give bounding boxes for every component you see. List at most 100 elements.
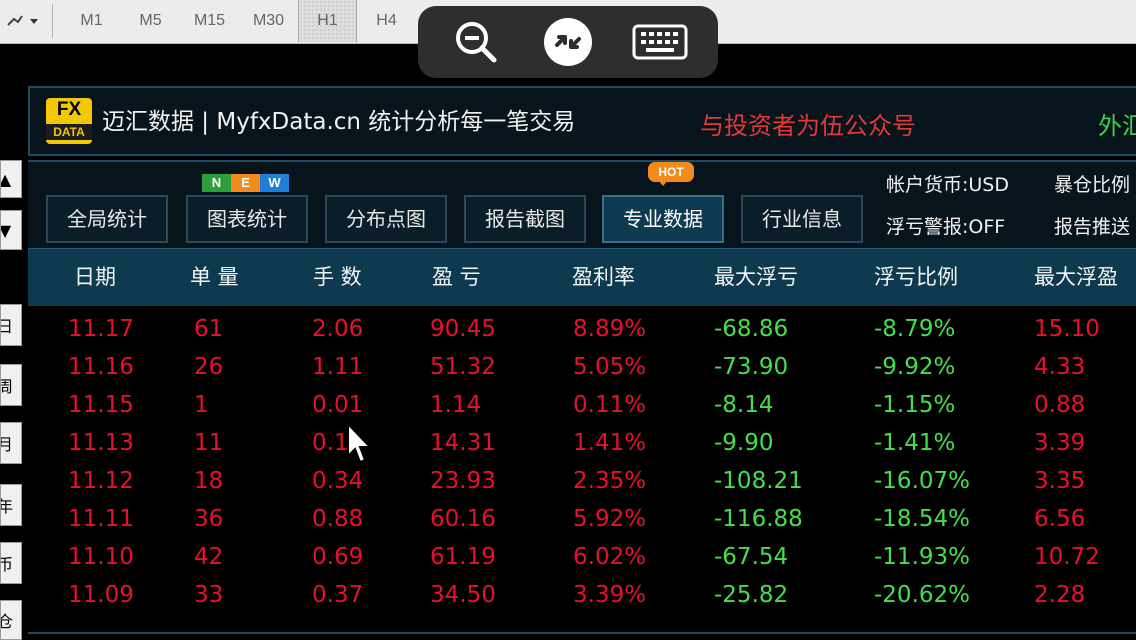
table-cell: 11.13 bbox=[68, 430, 134, 456]
table-cell: 3.39 bbox=[1034, 430, 1086, 456]
nav-bar: N E W HOT 全局统计 图表统计 分布点图 报告截图 专业数据 行业信息 … bbox=[28, 160, 1136, 248]
table-cell: -73.90 bbox=[714, 354, 789, 380]
table-cell: -25.82 bbox=[714, 582, 789, 608]
timeframe-tab-m30[interactable]: M30 bbox=[239, 0, 298, 42]
period-day-button[interactable]: 日 bbox=[0, 304, 22, 346]
column-header-0[interactable]: 日期 bbox=[74, 249, 116, 305]
column-header-3[interactable]: 盈 亏 bbox=[432, 249, 481, 305]
table-cell: 5.92% bbox=[573, 506, 647, 532]
daily-stats-table: 11.17 61 2.06 90.45 8.89% -68.86 -8.79% 15.10 11… bbox=[28, 310, 1136, 628]
table-cell: 34.50 bbox=[430, 582, 496, 608]
column-header-6[interactable]: 浮亏比例 bbox=[874, 249, 958, 305]
timeframe-tab-h4[interactable]: H4 bbox=[357, 0, 416, 42]
table-cell: 3.35 bbox=[1034, 468, 1086, 494]
nav-distribution-chart-button[interactable]: 分布点图 bbox=[325, 195, 447, 243]
table-row[interactable]: 11.17 61 2.06 90.45 8.89% -68.86 -8.79% 15.10 bbox=[28, 310, 1136, 348]
table-cell: 11.17 bbox=[68, 316, 134, 342]
table-cell: 10.72 bbox=[1034, 544, 1100, 570]
column-header-4[interactable]: 盈利率 bbox=[572, 249, 635, 305]
timeframe-tab-h1[interactable]: H1 bbox=[298, 0, 357, 42]
table-row[interactable]: 11.10 42 0.69 61.19 6.02% -67.54 -11.93% 10.72 bbox=[28, 538, 1136, 576]
exposure-ratio-label: 暴仓比例 bbox=[1054, 174, 1131, 196]
table-cell: 0.88 bbox=[1034, 392, 1086, 418]
fxdata-logo: FX DATA bbox=[46, 98, 92, 144]
brand-banner: FX DATA 迈汇数据 | MyfxData.cn 统计分析每一笔交易 与投资… bbox=[28, 86, 1136, 156]
nav-chart-stats-button[interactable]: 图表统计 bbox=[186, 195, 308, 243]
table-cell: 4.33 bbox=[1034, 354, 1086, 380]
table-row[interactable]: 11.12 18 0.34 23.93 2.35% -108.21 -16.07% 3.35 bbox=[28, 462, 1136, 500]
table-cell: 15.10 bbox=[1034, 316, 1100, 342]
scroll-up-button[interactable]: ▲ bbox=[0, 160, 22, 198]
table-cell: 90.45 bbox=[430, 316, 496, 342]
keyboard-button[interactable] bbox=[628, 10, 692, 74]
new-badge-w: W bbox=[260, 174, 289, 192]
table-cell: -9.92% bbox=[874, 354, 956, 380]
hot-badge: HOT bbox=[648, 162, 694, 186]
table-row[interactable]: 11.09 33 0.37 34.50 3.39% -25.82 -20.62% 2.28 bbox=[28, 576, 1136, 614]
chart-style-dropdown[interactable] bbox=[0, 6, 48, 36]
timeframe-tab-m1[interactable]: M1 bbox=[62, 0, 121, 42]
toolbar-divider bbox=[52, 4, 53, 38]
chart-style-dropdown-icon bbox=[7, 15, 38, 26]
table-cell: 26 bbox=[194, 354, 224, 380]
account-currency-label: 帐户货币:USD bbox=[886, 174, 1009, 196]
table-cell: 6.02% bbox=[573, 544, 647, 570]
table-cell: 8.89% bbox=[573, 316, 647, 342]
period-week-button[interactable]: 周 bbox=[0, 364, 22, 406]
nav-report-screenshot-button[interactable]: 报告截图 bbox=[464, 195, 586, 243]
position-button[interactable]: 仓 bbox=[0, 600, 22, 640]
scroll-up-icon: ▲ bbox=[0, 169, 12, 189]
table-cell: 11.10 bbox=[68, 544, 134, 570]
zoom-out-button[interactable] bbox=[444, 10, 508, 74]
report-push-label[interactable]: 报告推送 bbox=[1054, 212, 1130, 239]
float-loss-alert-toggle[interactable]: 浮亏警报:OFF bbox=[886, 212, 1005, 239]
table-cell: 23.93 bbox=[430, 468, 496, 494]
period-month-label: 月 bbox=[1, 431, 13, 455]
table-row[interactable]: 11.15 1 0.01 1.14 0.11% -8.14 -1.15% 0.88 bbox=[28, 386, 1136, 424]
table-cell: 0.88 bbox=[312, 506, 364, 532]
table-cell: 51.32 bbox=[430, 354, 496, 380]
position-label: 仓 bbox=[1, 608, 13, 632]
timeframe-tab-m5[interactable]: M5 bbox=[121, 0, 180, 42]
logo-fx-text: FX bbox=[56, 99, 82, 120]
table-cell: 2.35% bbox=[573, 468, 647, 494]
table-cell: 5.05% bbox=[573, 354, 647, 380]
remote-control-bar bbox=[418, 6, 718, 78]
table-cell: 33 bbox=[194, 582, 224, 608]
column-header-1[interactable]: 单 量 bbox=[190, 249, 239, 305]
promo-text-2[interactable]: 外汇 bbox=[1098, 106, 1136, 141]
period-week-label: 周 bbox=[1, 373, 13, 397]
nav-global-stats-button[interactable]: 全局统计 bbox=[46, 195, 168, 243]
table-row[interactable]: 11.13 11 0.1 14.31 1.41% -9.90 -1.41% 3.39 bbox=[28, 424, 1136, 462]
period-year-button[interactable]: 年 bbox=[0, 484, 22, 526]
table-cell: 11.09 bbox=[68, 582, 134, 608]
nav-industry-info-button[interactable]: 行业信息 bbox=[741, 195, 863, 243]
table-header: 日期 单 量 手 数 盈 亏 盈利率 最大浮亏 浮亏比例 最大浮盈 bbox=[28, 248, 1136, 306]
promo-text[interactable]: 与投资者为伍公众号 bbox=[700, 106, 916, 141]
period-day-label: 日 bbox=[1, 313, 13, 337]
remote-desktop-icon bbox=[544, 18, 592, 66]
table-cell: -68.86 bbox=[714, 316, 789, 342]
period-month-button[interactable]: 月 bbox=[0, 422, 22, 464]
table-cell: 0.01 bbox=[312, 392, 364, 418]
table-cell: 1.11 bbox=[312, 354, 364, 380]
table-cell: 61.19 bbox=[430, 544, 496, 570]
stats-panel: FX DATA 迈汇数据 | MyfxData.cn 统计分析每一笔交易 与投资… bbox=[26, 84, 1136, 640]
scroll-down-button[interactable]: ▼ bbox=[0, 210, 22, 250]
currency-button[interactable]: 币 bbox=[0, 542, 22, 584]
column-header-7[interactable]: 最大浮盈 bbox=[1034, 249, 1118, 305]
table-cell: 0.69 bbox=[312, 544, 364, 570]
currency-label: 币 bbox=[1, 551, 13, 575]
table-cell: -1.41% bbox=[874, 430, 956, 456]
nav-pro-data-button[interactable]: 专业数据 bbox=[602, 195, 724, 243]
column-header-2[interactable]: 手 数 bbox=[313, 249, 362, 305]
table-row[interactable]: 11.11 36 0.88 60.16 5.92% -116.88 -18.54% 6.56 bbox=[28, 500, 1136, 538]
table-cell: 60.16 bbox=[430, 506, 496, 532]
table-cell: -20.62% bbox=[874, 582, 970, 608]
column-header-5[interactable]: 最大浮亏 bbox=[714, 249, 798, 305]
table-row[interactable]: 11.16 26 1.11 51.32 5.05% -73.90 -9.92% 4.33 bbox=[28, 348, 1136, 386]
remote-desktop-button[interactable] bbox=[536, 10, 600, 74]
table-cell: 11.15 bbox=[68, 392, 134, 418]
timeframe-tab-m15[interactable]: M15 bbox=[180, 0, 239, 42]
new-badge-e: E bbox=[231, 174, 260, 192]
